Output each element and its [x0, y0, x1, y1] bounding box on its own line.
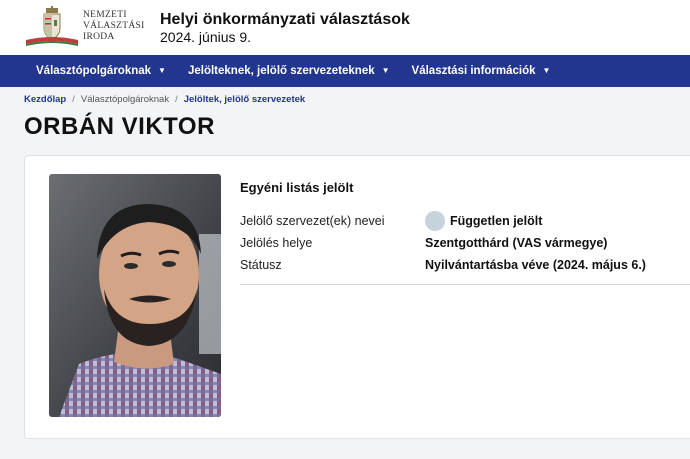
candidate-type-heading: Egyéni listás jelölt [240, 180, 354, 195]
nav-item-election-info[interactable]: Választási információk ▼ [412, 65, 551, 77]
divider [240, 284, 690, 285]
nav-item-voters[interactable]: Választópolgároknak ▼ [36, 65, 166, 77]
main-nav: Választópolgároknak ▼ Jelölteknek, jelöl… [0, 55, 690, 87]
coat-of-arms-icon[interactable] [24, 6, 80, 48]
election-date: 2024. június 9. [160, 29, 252, 45]
candidate-card: Egyéni listás jelölt Jelölő szervezet(ek… [24, 155, 690, 439]
status-value: Nyilvántartásba véve (2024. május 6.) [425, 258, 646, 272]
nav-item-label: Választópolgároknak [36, 65, 152, 77]
breadcrumb-item[interactable]: Választópolgároknak [81, 94, 169, 105]
info-row-nomination-place: Jelölés helye Szentgotthárd (VAS vármegy… [240, 232, 690, 254]
info-label: Státusz [240, 258, 282, 272]
nominating-org-value: Független jelölt [450, 214, 543, 228]
breadcrumb: Kezdőlap / Választópolgároknak / Jelöltek, j… [24, 94, 305, 105]
logo-line: NEMZETI [83, 10, 127, 20]
candidate-info: Egyéni listás jelölt Jelölő szervezet(ek… [240, 180, 690, 285]
chevron-down-icon: ▼ [542, 66, 551, 75]
page-title: ORBÁN VIKTOR [24, 113, 215, 140]
logo-line: VÁLASZTÁSI [83, 21, 145, 31]
breadcrumb-home-link[interactable]: Kezdőlap [24, 94, 66, 105]
nav-item-label: Jelölteknek, jelölő szervezeteknek [187, 65, 375, 77]
nomination-place-value: Szentgotthárd (VAS vármegye) [425, 236, 608, 250]
nav-item-candidates[interactable]: Jelölteknek, jelölő szervezeteknek ▼ [188, 65, 390, 77]
logo-line: IRODA [83, 32, 115, 42]
breadcrumb-separator: / [72, 94, 75, 105]
site-header: NEMZETI VÁLASZTÁSI IRODA Helyi önkormány… [0, 0, 690, 55]
info-value: Független jelölt [425, 211, 542, 231]
nav-item-label: Választási információk [411, 65, 536, 77]
info-label: Jelölő szervezet(ek) nevei [240, 214, 385, 228]
breadcrumb-separator: / [175, 94, 178, 105]
info-row-nominating-org: Jelölő szervezet(ek) nevei Független jel… [240, 210, 690, 232]
party-logo-icon [425, 211, 445, 231]
chevron-down-icon: ▼ [158, 66, 166, 75]
site-title[interactable]: Helyi önkormányzati választások [160, 11, 410, 29]
info-row-status: Státusz Nyilvántartásba véve (2024. máju… [240, 254, 690, 276]
breadcrumb-current[interactable]: Jelöltek, jelölő szervezetek [184, 94, 305, 105]
candidate-photo [49, 174, 221, 417]
logo-text: NEMZETI VÁLASZTÁSI IRODA [83, 10, 145, 43]
chevron-down-icon: ▼ [381, 66, 390, 75]
info-label: Jelölés helye [240, 236, 313, 250]
